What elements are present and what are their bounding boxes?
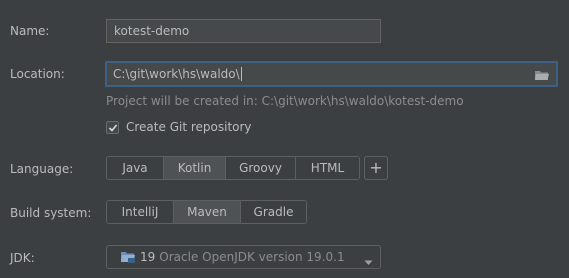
chevron-down-icon — [364, 255, 373, 269]
name-input[interactable]: kotest-demo — [106, 19, 381, 43]
location-value: C:\git\work\hs\waldo\ — [113, 67, 240, 81]
language-option-kotlin[interactable]: Kotlin — [163, 157, 225, 179]
new-project-form: Name: kotest-demo Location: C:\git\work\… — [0, 0, 569, 278]
jdk-folder-icon — [120, 250, 136, 264]
text-caret — [240, 67, 242, 81]
git-checkbox-row[interactable]: Create Git repository — [106, 120, 252, 134]
language-option-groovy[interactable]: Groovy — [225, 157, 295, 179]
checkmark-icon — [108, 123, 118, 132]
name-value: kotest-demo — [114, 24, 190, 38]
location-hint: Project will be created in: C:\git\work\… — [106, 94, 464, 108]
build-option-intellij[interactable]: IntelliJ — [107, 201, 173, 223]
build-option-gradle[interactable]: Gradle — [240, 201, 306, 223]
build-option-maven[interactable]: Maven — [173, 201, 240, 223]
location-label: Location: — [10, 67, 65, 81]
folder-icon[interactable] — [534, 69, 550, 81]
language-segmented-control: Java Kotlin Groovy HTML — [106, 156, 360, 180]
git-checkbox-label: Create Git repository — [126, 120, 252, 134]
name-label: Name: — [10, 24, 50, 38]
build-system-segmented-control: IntelliJ Maven Gradle — [106, 200, 307, 224]
git-checkbox[interactable] — [106, 120, 119, 134]
language-label: Language: — [10, 162, 74, 176]
language-option-java[interactable]: Java — [107, 157, 163, 179]
jdk-label: JDK: — [10, 251, 35, 265]
location-input[interactable]: C:\git\work\hs\waldo\ — [105, 61, 558, 87]
jdk-version: 19 — [140, 250, 156, 264]
language-option-html[interactable]: HTML — [295, 157, 359, 179]
build-system-label: Build system: — [10, 206, 92, 220]
add-language-button[interactable]: + — [364, 156, 388, 180]
jdk-description: Oracle OpenJDK version 19.0.1 — [159, 250, 345, 264]
jdk-dropdown[interactable]: 19 Oracle OpenJDK version 19.0.1 — [106, 245, 381, 269]
